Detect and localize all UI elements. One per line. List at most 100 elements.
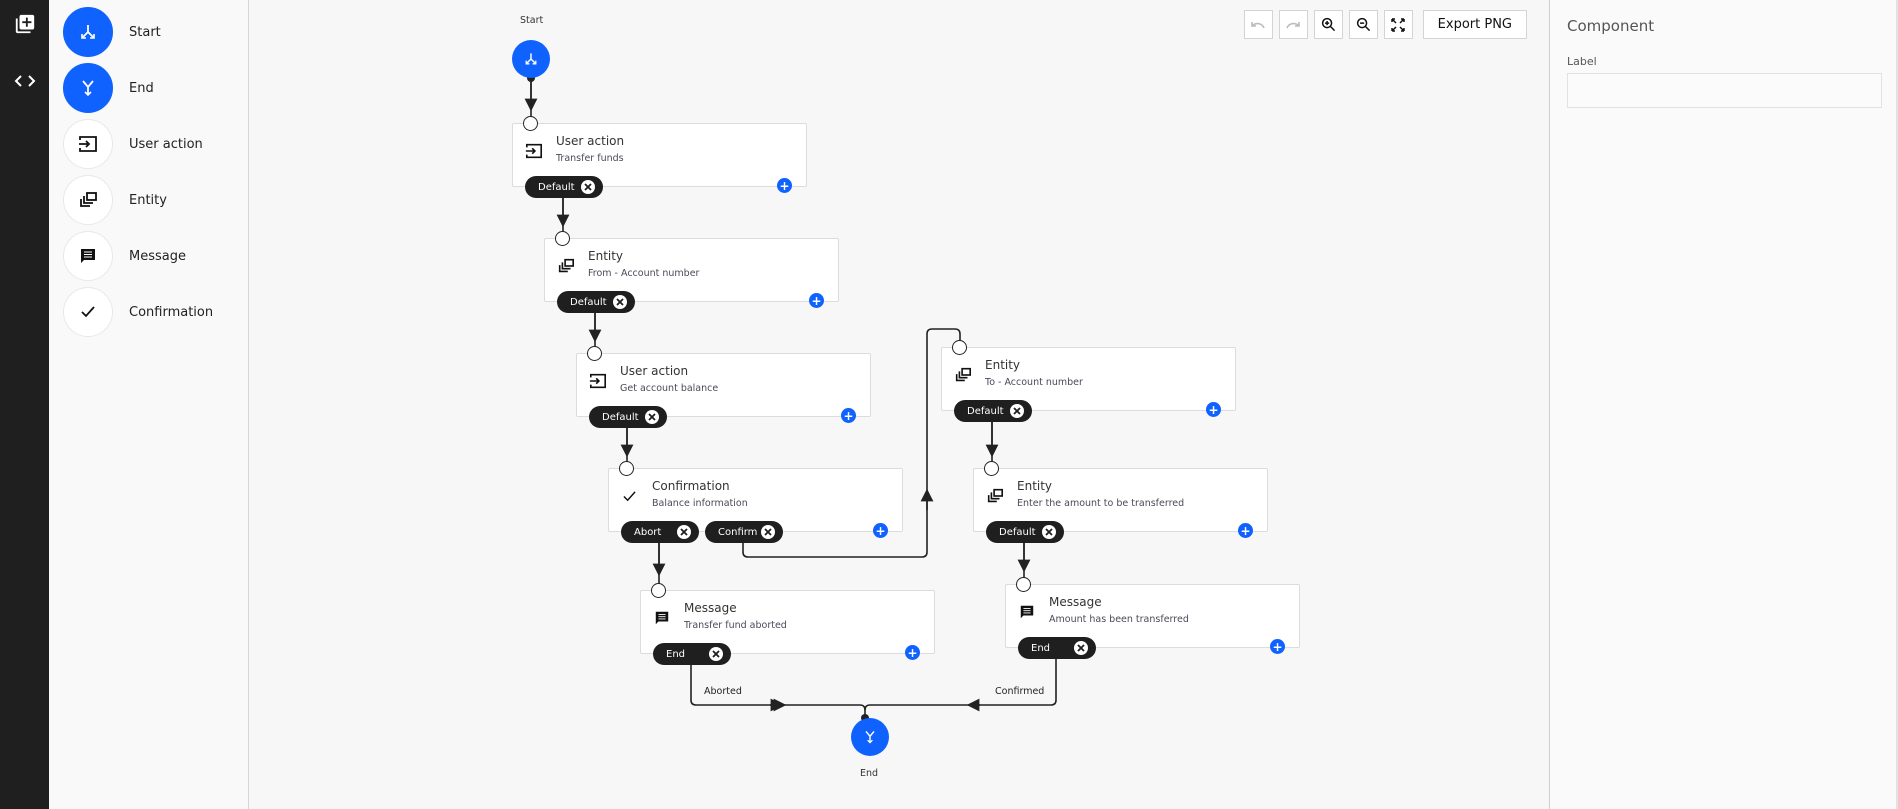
start-icon <box>81 25 95 39</box>
export-png-button[interactable]: Export PNG <box>1422 10 1527 39</box>
remove-output-button[interactable] <box>709 647 723 661</box>
palette-item-start[interactable]: Start <box>63 6 161 58</box>
properties-panel: Component Label <box>1549 0 1898 809</box>
flow-node-entity[interactable]: Entity To - Account number Default + <box>941 340 1236 422</box>
output-pill[interactable]: Default <box>525 176 603 198</box>
flow-node-confirmation[interactable]: Confirmation Balance information Abort C… <box>608 461 903 543</box>
node-subtitle: Balance information <box>652 498 748 509</box>
output-label: Default <box>570 296 607 308</box>
palette-message-circle <box>63 231 113 281</box>
edge-label-aborted: Aborted <box>704 686 742 697</box>
add-library-icon <box>15 14 34 34</box>
output-label: Default <box>602 411 639 423</box>
palette-item-label: Confirmation <box>129 304 214 320</box>
entity-icon <box>987 488 1004 503</box>
panel-title: Component <box>1567 17 1655 35</box>
output-pill[interactable]: End <box>653 643 731 665</box>
connectors <box>524 74 1057 722</box>
node-subtitle: Transfer fund aborted <box>684 620 787 631</box>
add-output-button[interactable]: + <box>777 178 792 193</box>
flow-node-message[interactable]: Message Amount has been transferred End … <box>1005 577 1300 659</box>
palette-item-label: Message <box>129 248 186 264</box>
palette-item-confirmation[interactable]: Confirmation <box>63 286 213 338</box>
flow-node-entity[interactable]: Entity From - Account number Default + <box>544 231 839 313</box>
close-icon <box>1013 407 1021 415</box>
flow-node-user-action[interactable]: User action Get account balance Default … <box>576 346 871 428</box>
remove-output-button[interactable] <box>613 295 627 309</box>
input-port[interactable] <box>555 231 570 246</box>
close-icon <box>1045 528 1053 536</box>
flow-node-message[interactable]: Message Transfer fund aborted End + <box>640 583 935 665</box>
flow-node-user-action[interactable]: User action Transfer funds Default + <box>512 116 807 198</box>
end-node[interactable] <box>851 718 889 756</box>
node-title: User action <box>620 364 689 378</box>
input-port[interactable] <box>587 346 602 361</box>
flow-canvas[interactable]: Start User action Transfer funds Default <box>250 0 1549 809</box>
undo-button[interactable] <box>1243 10 1273 39</box>
checkmark-icon <box>623 491 636 502</box>
output-pill-confirm[interactable]: Confirm <box>705 521 783 543</box>
code-view-button[interactable] <box>0 61 49 101</box>
add-output-button[interactable]: + <box>1238 523 1253 538</box>
add-output-button[interactable]: + <box>873 523 888 538</box>
start-node[interactable] <box>512 40 550 78</box>
remove-output-button[interactable] <box>761 525 775 539</box>
input-port[interactable] <box>523 116 538 131</box>
flow-editor: Start End User action Entity Message Con… <box>0 0 1898 809</box>
output-pill[interactable]: Default <box>954 400 1032 422</box>
zoom-out-icon <box>1356 17 1370 32</box>
output-pill[interactable]: End <box>1018 637 1096 659</box>
palette-item-end[interactable]: End <box>63 62 154 114</box>
add-output-button[interactable]: + <box>841 408 856 423</box>
add-output-button[interactable]: + <box>1270 639 1285 654</box>
output-label: Default <box>999 526 1036 538</box>
palette-confirmation-circle <box>63 287 113 337</box>
node-subtitle: Amount has been transferred <box>1049 614 1189 625</box>
fit-screen-icon <box>1391 17 1405 32</box>
remove-output-button[interactable] <box>645 410 659 424</box>
zoom-out-button[interactable] <box>1348 10 1378 39</box>
remove-output-button[interactable] <box>1042 525 1056 539</box>
palette-item-user-action[interactable]: User action <box>63 118 203 170</box>
output-pill[interactable]: Default <box>986 521 1064 543</box>
message-icon <box>1020 605 1034 619</box>
add-output-button[interactable]: + <box>905 645 920 660</box>
remove-output-button[interactable] <box>677 525 691 539</box>
palette-item-message[interactable]: Message <box>63 230 186 282</box>
input-port[interactable] <box>984 461 999 476</box>
palette-item-label: User action <box>129 136 203 152</box>
output-label: Abort <box>634 526 662 538</box>
input-port[interactable] <box>651 583 666 598</box>
remove-output-button[interactable] <box>1074 641 1088 655</box>
output-pill[interactable]: Default <box>589 406 667 428</box>
palette-item-entity[interactable]: Entity <box>63 174 167 226</box>
start-icon <box>525 53 537 65</box>
output-pill-abort[interactable]: Abort <box>621 521 699 543</box>
canvas-toolbar: Export PNG <box>1243 10 1527 39</box>
remove-output-button[interactable] <box>581 180 595 194</box>
input-port[interactable] <box>1016 577 1031 592</box>
node-subtitle: To - Account number <box>985 377 1083 388</box>
node-title: User action <box>556 134 625 148</box>
flow-node-entity[interactable]: Entity Enter the amount to be transferre… <box>973 461 1268 543</box>
label-input[interactable] <box>1567 73 1882 108</box>
remove-output-button[interactable] <box>1010 404 1024 418</box>
redo-button[interactable] <box>1278 10 1308 39</box>
fit-screen-button[interactable] <box>1383 10 1413 39</box>
close-icon <box>764 528 772 536</box>
output-pill[interactable]: Default <box>557 291 635 313</box>
user-action-icon <box>79 136 97 152</box>
node-title: Confirmation <box>652 479 730 493</box>
add-output-button[interactable]: + <box>1206 402 1221 417</box>
palette-end-circle <box>63 63 113 113</box>
node-title: Entity <box>985 358 1021 372</box>
add-output-button[interactable]: + <box>809 293 824 308</box>
zoom-in-button[interactable] <box>1313 10 1343 39</box>
input-port[interactable] <box>952 340 967 355</box>
undo-icon <box>1251 21 1265 28</box>
palette-item-label: Entity <box>129 192 167 208</box>
user-action-icon <box>589 373 607 389</box>
input-port[interactable] <box>619 461 634 476</box>
edge-n8-end <box>864 657 1057 711</box>
add-library-button[interactable] <box>0 4 49 44</box>
